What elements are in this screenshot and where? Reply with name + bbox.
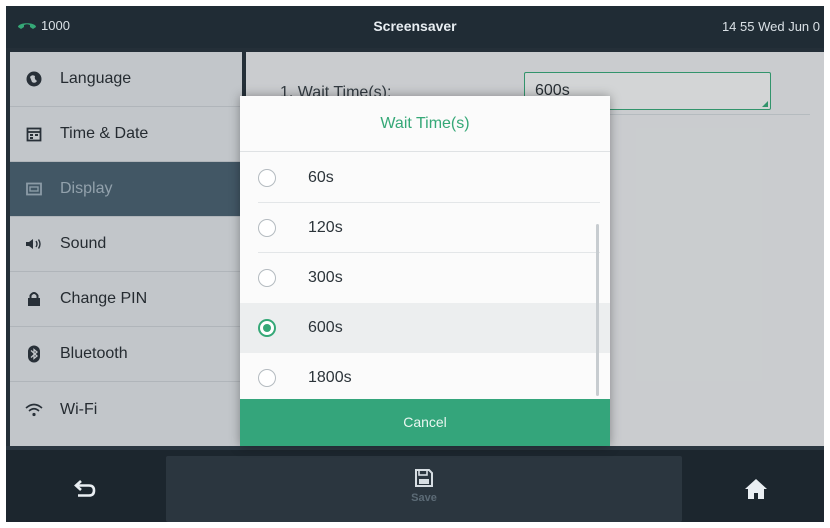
status-bar: 1000 Screensaver 14 55 Wed Jun 0 xyxy=(6,6,824,48)
option-1800s[interactable]: 1800s xyxy=(240,353,610,403)
home-button[interactable] xyxy=(744,478,768,500)
radio-button[interactable] xyxy=(258,219,276,237)
dialog-title: Wait Time(s) xyxy=(240,96,610,152)
option-label: 1800s xyxy=(308,369,352,386)
option-120s[interactable]: 120s xyxy=(240,203,610,253)
radio-button-selected[interactable] xyxy=(258,319,276,337)
option-600s[interactable]: 600s xyxy=(240,303,610,353)
option-label: 600s xyxy=(308,319,343,336)
datetime: 14 55 Wed Jun 0 xyxy=(721,19,820,34)
option-label: 120s xyxy=(308,219,343,236)
phone-screen: 1000 Screensaver 14 55 Wed Jun 0 Languag… xyxy=(6,6,824,522)
back-button[interactable] xyxy=(72,478,98,500)
save-button[interactable]: Save xyxy=(404,468,444,512)
option-label: 300s xyxy=(308,269,343,286)
radio-button[interactable] xyxy=(258,169,276,187)
page-title: Screensaver xyxy=(373,18,457,34)
back-arrow-icon xyxy=(72,480,98,504)
radio-button[interactable] xyxy=(258,369,276,387)
radio-dot xyxy=(263,324,271,332)
bottom-bar: Save xyxy=(6,450,824,522)
scrollbar[interactable] xyxy=(596,224,599,396)
cancel-button[interactable]: Cancel xyxy=(240,399,610,446)
option-label: 60s xyxy=(308,169,334,186)
save-icon xyxy=(404,468,444,488)
save-label: Save xyxy=(411,492,437,504)
wait-time-dialog: Wait Time(s) 60s 120s 300s 600s 1800s Ca… xyxy=(240,96,610,446)
radio-button[interactable] xyxy=(258,269,276,287)
option-60s[interactable]: 60s xyxy=(240,153,610,203)
option-300s[interactable]: 300s xyxy=(240,253,610,303)
home-icon xyxy=(744,479,768,504)
